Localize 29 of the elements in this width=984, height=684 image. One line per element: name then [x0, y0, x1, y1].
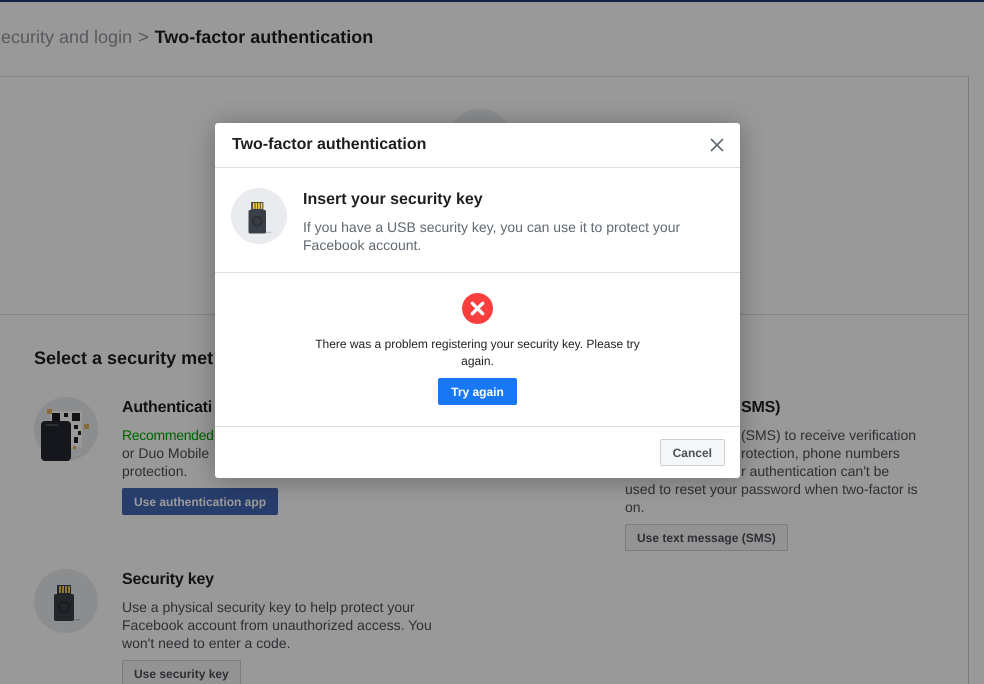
method-description: protection. [122, 462, 188, 480]
dialog-title: Two-factor authentication [232, 136, 426, 154]
error-message: There was a problem registering your security key. Please try again. [314, 336, 641, 370]
method-description: Use a physical security key to help protect your Facebook account from unauthorized access. You won't need to enter a code. [122, 598, 433, 652]
method-button[interactable]: Use text message (SMS) [625, 524, 788, 551]
method-description: used to reset your password when two-factor is [625, 480, 918, 498]
method-description: rotection, phone numbers [741, 444, 900, 462]
recommended-label: Recommended [122, 426, 214, 444]
method-title: Security key [122, 570, 214, 590]
method-button[interactable]: Use security key [122, 660, 241, 684]
method-description: on. [625, 498, 644, 516]
section-title: Select a security met [34, 348, 214, 369]
usb-key-icon [231, 188, 287, 244]
breadcrumb-separator: > [138, 26, 149, 48]
method-description: (SMS) to receive verification [741, 426, 916, 444]
method-title: SMS) [741, 398, 780, 418]
error-icon [462, 293, 493, 324]
dialog-heading: Insert your security key [303, 190, 484, 210]
dialog-description: If you have a USB security key, you can use it to protect your Facebook account. [303, 218, 682, 254]
cancel-button[interactable]: Cancel [660, 439, 725, 466]
usb-key-icon [34, 569, 98, 633]
page-title: Two-factor authentication [154, 26, 374, 48]
breadcrumb-link[interactable]: ecurity and login [1, 26, 132, 48]
try-again-button[interactable]: Try again [438, 378, 517, 405]
method-description: or Duo Mobile [122, 444, 210, 462]
phone-qr-icon [34, 397, 98, 461]
method-title: Authenticati [122, 398, 212, 418]
method-button[interactable]: Use authentication app [122, 488, 278, 515]
method-description: r authentication can't be [741, 462, 890, 480]
